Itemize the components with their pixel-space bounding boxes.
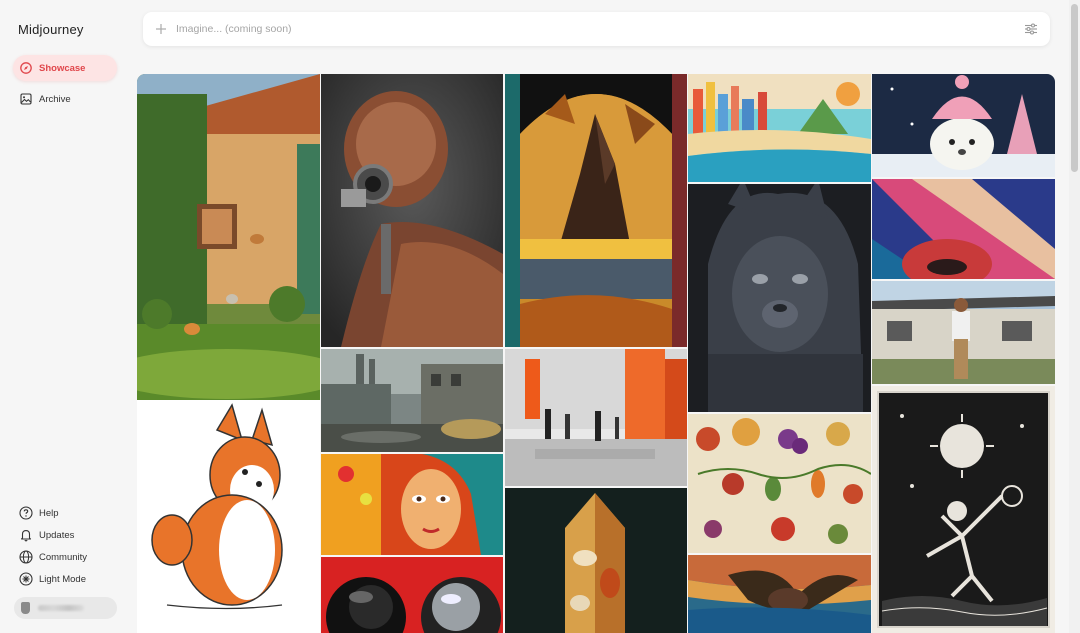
compass-icon bbox=[20, 62, 32, 74]
sidebar: Midjourney Showcase Archive Help Updates bbox=[0, 0, 130, 633]
help-link[interactable]: Help bbox=[19, 505, 59, 521]
nav-archive-label: Archive bbox=[39, 93, 71, 105]
scrollbar-thumb[interactable] bbox=[1071, 4, 1078, 172]
nav-showcase-label: Showcase bbox=[39, 62, 86, 74]
app-root: Midjourney Showcase Archive Help Updates bbox=[0, 0, 1080, 633]
gallery-image-tarot-skeleton[interactable] bbox=[872, 386, 1055, 633]
gallery-image-cats-house[interactable] bbox=[137, 74, 320, 400]
bell-icon bbox=[19, 528, 33, 542]
gallery-image-eagle-water[interactable] bbox=[688, 555, 871, 633]
image-icon bbox=[20, 93, 32, 105]
gallery-image-snow-pup[interactable] bbox=[872, 74, 1055, 177]
gallery-image-ruined-city[interactable] bbox=[321, 349, 503, 452]
help-label: Help bbox=[39, 507, 59, 519]
gallery-image-crystal[interactable] bbox=[505, 488, 687, 633]
light-mode-toggle[interactable]: Light Mode bbox=[19, 571, 86, 587]
gallery-image-vegetable-pattern[interactable] bbox=[688, 414, 871, 553]
light-mode-label: Light Mode bbox=[39, 573, 87, 585]
gallery-image-stained-glass-rock[interactable] bbox=[505, 74, 687, 347]
community-link[interactable]: Community bbox=[19, 549, 87, 565]
gallery-image-knit-panther[interactable] bbox=[688, 184, 871, 412]
imagine-bar bbox=[143, 12, 1050, 46]
gallery-image-steampunk-diver[interactable] bbox=[321, 74, 503, 347]
nav-showcase[interactable]: Showcase bbox=[13, 55, 117, 81]
gallery-image-motion-blur-people[interactable] bbox=[505, 349, 687, 486]
gallery-image-pop-art-woman[interactable] bbox=[321, 454, 503, 555]
plus-icon[interactable] bbox=[155, 23, 167, 35]
page-scrollbar[interactable] bbox=[1069, 0, 1080, 633]
showcase-gallery bbox=[137, 74, 1055, 633]
sliders-icon[interactable] bbox=[1024, 22, 1038, 36]
user-account-pill[interactable] bbox=[14, 597, 117, 619]
updates-link[interactable]: Updates bbox=[19, 527, 74, 543]
question-circle-icon bbox=[19, 506, 33, 520]
gallery-image-beach-city[interactable] bbox=[688, 74, 871, 182]
username-redacted bbox=[38, 605, 84, 611]
gallery-image-man-house[interactable] bbox=[872, 281, 1055, 384]
community-label: Community bbox=[39, 551, 88, 563]
gallery-image-red-spheres[interactable] bbox=[321, 557, 503, 633]
imagine-input[interactable] bbox=[176, 23, 1024, 35]
sun-icon bbox=[19, 572, 33, 586]
nav-archive[interactable]: Archive bbox=[13, 86, 117, 112]
app-logo[interactable]: Midjourney bbox=[18, 22, 84, 37]
gallery-image-abstract-disc[interactable] bbox=[872, 179, 1055, 279]
user-avatar bbox=[21, 602, 30, 614]
updates-label: Updates bbox=[39, 529, 75, 541]
gallery-image-corgi-sketch[interactable] bbox=[137, 400, 320, 633]
globe-icon bbox=[19, 550, 33, 564]
